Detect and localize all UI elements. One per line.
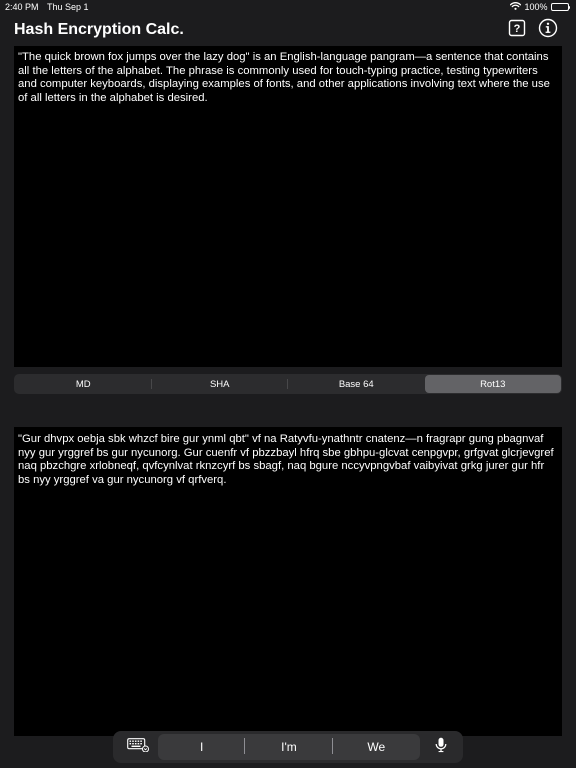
status-bar: 2:40 PM Thu Sep 1 100% xyxy=(0,0,576,14)
segment-rot13[interactable]: Rot13 xyxy=(424,375,561,393)
svg-text:?: ? xyxy=(514,23,521,35)
microphone-icon xyxy=(435,737,447,758)
segment-sha[interactable]: SHA xyxy=(152,375,289,393)
keyboard-icon xyxy=(127,737,149,757)
algorithm-segmented-control: MD SHA Base 64 Rot13 xyxy=(14,374,562,394)
suggestion-item[interactable]: I'm xyxy=(245,738,333,754)
segment-md[interactable]: MD xyxy=(15,375,152,393)
suggestion-item[interactable]: I xyxy=(158,738,246,754)
suggestion-item[interactable]: We xyxy=(333,740,420,754)
input-text-area[interactable]: "The quick brown fox jumps over the lazy… xyxy=(14,46,562,367)
page-title: Hash Encryption Calc. xyxy=(14,21,184,38)
nav-bar: Hash Encryption Calc. ? xyxy=(0,14,576,46)
output-text-area[interactable]: "Gur dhvpx oebja sbk whzcf bire gur ynml… xyxy=(14,427,562,736)
status-right: 100% xyxy=(510,2,570,12)
keyboard-toggle-button[interactable] xyxy=(123,736,153,758)
battery-icon xyxy=(550,3,570,11)
status-date: Thu Sep 1 xyxy=(47,2,89,12)
dictation-button[interactable] xyxy=(426,736,456,758)
segment-base64[interactable]: Base 64 xyxy=(288,375,425,393)
app-screen: 2:40 PM Thu Sep 1 100% Hash Encryption C… xyxy=(0,0,576,768)
status-time: 2:40 PM xyxy=(5,2,39,12)
info-circle-icon xyxy=(538,18,558,43)
info-button[interactable] xyxy=(538,18,558,43)
wifi-icon xyxy=(510,2,522,12)
suggestion-panel: I I'm We xyxy=(158,734,420,760)
help-button[interactable]: ? xyxy=(507,19,527,42)
battery-percent: 100% xyxy=(524,2,548,12)
keyboard-shortcut-bar: I I'm We xyxy=(113,731,463,763)
question-mark-square-icon: ? xyxy=(508,19,526,42)
